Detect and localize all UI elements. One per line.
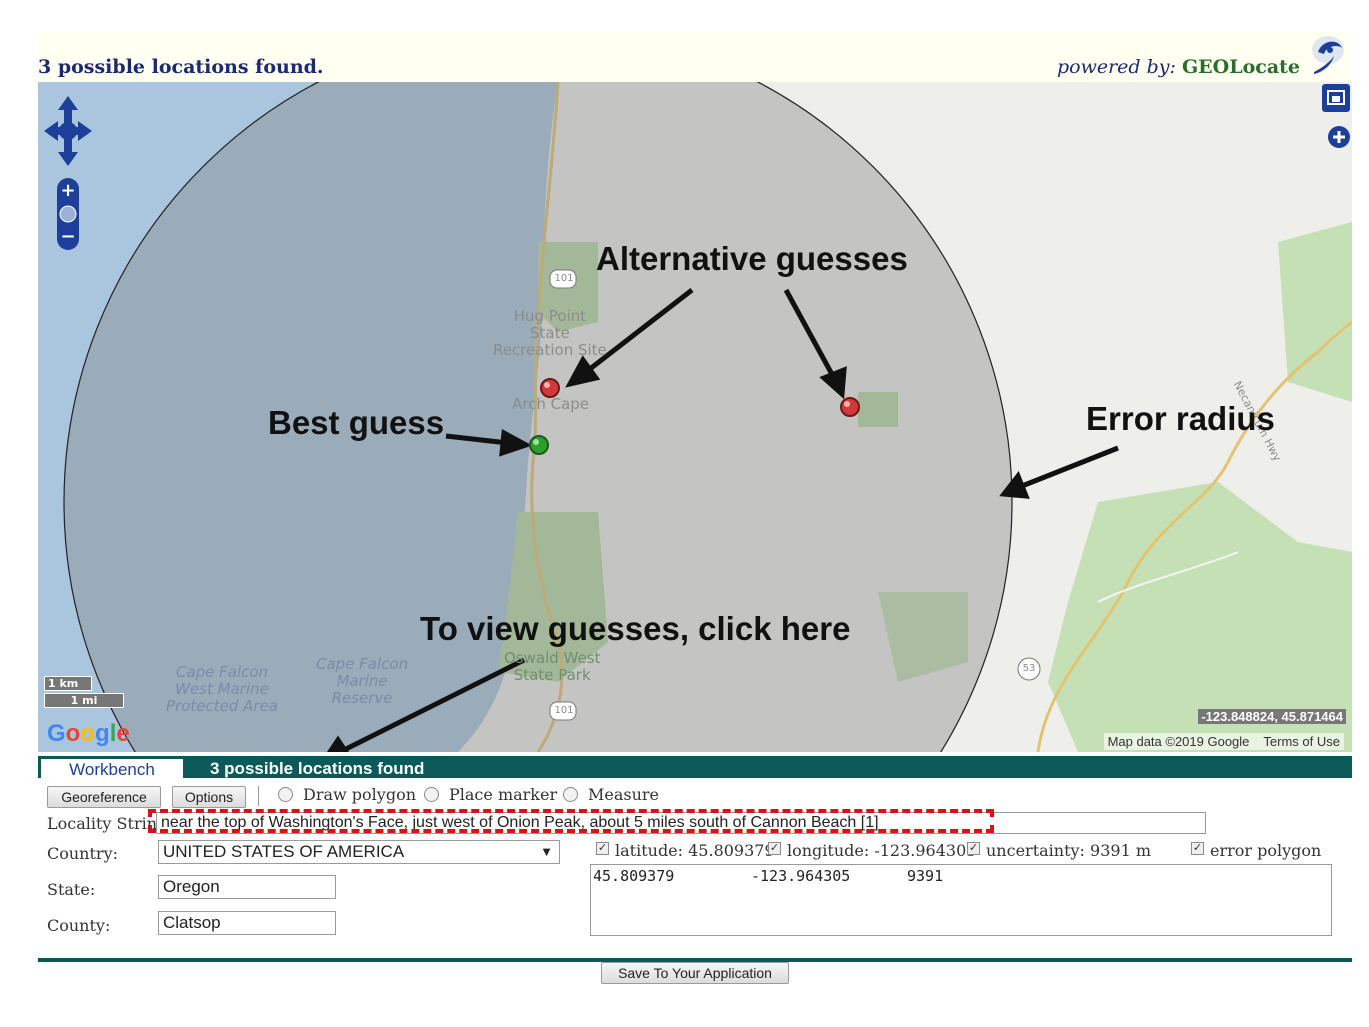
latitude-label: latitude: 45.809379 xyxy=(615,841,775,860)
county-input[interactable]: Clatsop xyxy=(158,911,336,935)
annotation-error-radius: Error radius xyxy=(1086,400,1275,437)
annotation-view-guesses: To view guesses, click here xyxy=(420,610,851,647)
error-polygon-checkbox[interactable]: ✓ xyxy=(1191,842,1204,855)
longitude-checkbox[interactable]: ✓ xyxy=(768,842,781,855)
place-marker-label: Place marker xyxy=(449,785,558,804)
measure-radio[interactable] xyxy=(563,787,578,802)
geolocate-app: 3 possible locations found. powered by: … xyxy=(38,32,1352,988)
header: 3 possible locations found. powered by: … xyxy=(38,32,1352,82)
result-latitude: 45.809379 xyxy=(593,867,675,885)
results-count-heading: 3 possible locations found. xyxy=(38,56,324,78)
google-logo: Google xyxy=(47,720,130,747)
longitude-label: longitude: -123.964305 xyxy=(787,841,977,860)
result-uncertainty: 9391 xyxy=(907,867,944,885)
powered-by: powered by: GEOLocate xyxy=(1057,56,1300,78)
locality-highlight-box xyxy=(148,809,994,833)
state-label: State: xyxy=(47,880,96,899)
map-label-oswald-west: Oswald West State Park xyxy=(504,650,600,684)
measure-label: Measure xyxy=(588,785,660,804)
map-view[interactable]: Hug Point State Recreation Site Arch Cap… xyxy=(38,82,1352,752)
map-label-cape-falcon-west-text: Cape Falcon West Marine Protected Area xyxy=(166,663,278,715)
scale-mi: 1 mi xyxy=(44,693,124,708)
map-attribution: Map data ©2019 Google Terms of Use xyxy=(1103,733,1344,750)
terms-of-use-link[interactable]: Terms of Use xyxy=(1263,734,1340,749)
save-to-application-button[interactable]: Save To Your Application xyxy=(601,962,789,984)
state-input[interactable]: Oregon xyxy=(158,875,336,899)
error-polygon-label: error polygon xyxy=(1210,841,1322,860)
map-label-cape-falcon-marine-text: Cape Falcon Marine Reserve xyxy=(316,655,409,707)
layer-switcher-icon[interactable] xyxy=(1322,84,1350,112)
route-101-label: 101 xyxy=(554,273,574,284)
map-label-oswald-west-text: Oswald West State Park xyxy=(504,649,601,684)
powered-by-label: powered by: xyxy=(1056,56,1176,78)
annotation-alternative-guesses: Alternative guesses xyxy=(596,240,908,277)
zoom-in-icon[interactable]: + xyxy=(60,180,75,201)
tab-workbench[interactable]: Workbench xyxy=(41,759,183,780)
scale-km: 1 km xyxy=(44,676,92,691)
tab-possible-locations[interactable]: 3 possible locations found xyxy=(210,759,424,778)
latitude-checkbox[interactable]: ✓ xyxy=(596,842,609,855)
toolbar-divider xyxy=(258,786,259,806)
map-label-cape-falcon-marine: Cape Falcon Marine Reserve xyxy=(316,656,408,707)
globe-icon[interactable] xyxy=(59,205,77,223)
route-101-label: 101 xyxy=(554,705,574,716)
georeference-button[interactable]: Georeference xyxy=(47,786,161,808)
map-label-hug-point-text: Hug Point State Recreation Site xyxy=(493,307,607,359)
map-label-hug-point: Hug Point State Recreation Site xyxy=(493,308,607,359)
map-label-cape-falcon-west: Cape Falcon West Marine Protected Area xyxy=(166,664,278,715)
annotation-best-guess: Best guess xyxy=(268,404,445,441)
brand-name: GEOLocate xyxy=(1181,56,1300,78)
tab-bar: Workbench 3 possible locations found xyxy=(38,756,1352,780)
draw-polygon-label: Draw polygon xyxy=(303,785,417,804)
result-longitude: -123.964305 xyxy=(751,867,851,885)
expand-plus-icon[interactable] xyxy=(1328,126,1350,148)
map-data-credit: Map data ©2019 Google xyxy=(1107,734,1250,749)
route-53-label: 53 xyxy=(1022,663,1036,674)
geolocate-logo-icon xyxy=(1312,36,1344,74)
results-textarea[interactable]: 45.809379 -123.964305 9391 xyxy=(590,864,1332,936)
workbench-panel: Workbench 3 possible locations found Geo… xyxy=(38,752,1352,988)
map-scale: 1 km 1 mi xyxy=(44,674,124,710)
country-select-value: UNITED STATES OF AMERICA xyxy=(163,842,405,861)
alternative-guess-marker[interactable] xyxy=(840,397,860,417)
options-button[interactable]: Options xyxy=(172,786,246,808)
uncertainty-checkbox[interactable]: ✓ xyxy=(967,842,980,855)
pan-arrows-icon[interactable] xyxy=(44,96,92,166)
uncertainty-label: uncertainty: 9391 m xyxy=(986,841,1151,860)
cursor-coordinates: -123.848824, 45.871464 xyxy=(1198,709,1346,724)
country-label: Country: xyxy=(47,844,118,863)
chevron-down-icon: ▼ xyxy=(540,844,553,859)
map-label-arch-cape: Arch Cape xyxy=(512,395,590,413)
country-select[interactable]: UNITED STATES OF AMERICA ▼ xyxy=(158,840,560,864)
pan-zoom-control[interactable]: + − xyxy=(44,96,96,256)
zoom-out-icon[interactable]: − xyxy=(60,226,75,247)
place-marker-radio[interactable] xyxy=(424,787,439,802)
county-label: County: xyxy=(47,916,111,935)
best-guess-marker[interactable] xyxy=(529,435,549,455)
draw-polygon-radio[interactable] xyxy=(278,787,293,802)
